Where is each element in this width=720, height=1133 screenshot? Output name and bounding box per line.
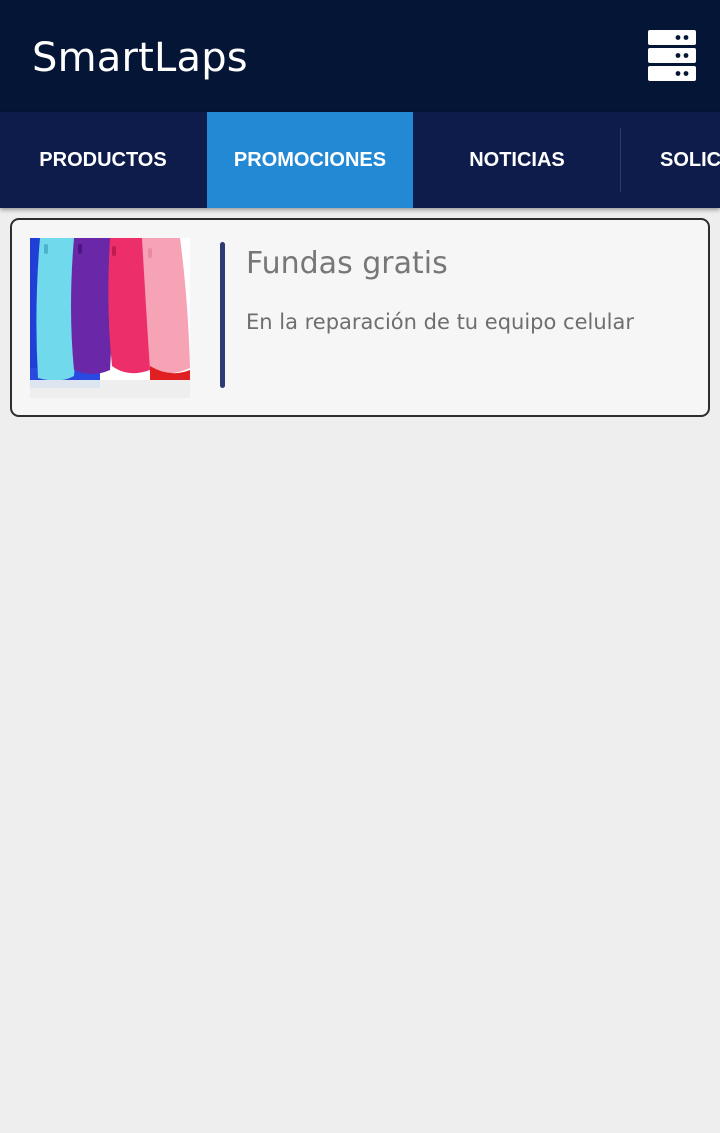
promo-image [30, 238, 190, 398]
tab-solicitudes[interactable]: SOLICI [621, 112, 720, 208]
tab-promociones[interactable]: PROMOCIONES [207, 112, 413, 208]
app-bar: SmartLaps [0, 0, 720, 112]
app-title: SmartLaps [32, 35, 248, 81]
server-menu-icon [648, 30, 696, 81]
menu-button[interactable] [640, 24, 704, 88]
tab-bar: PRODUCTOS PROMOCIONES NOTICIAS SOLICI [0, 112, 720, 208]
tab-productos[interactable]: PRODUCTOS [0, 112, 206, 208]
promo-description: En la reparación de tu equipo celular [246, 310, 634, 334]
promo-title: Fundas gratis [246, 246, 448, 281]
promo-card[interactable]: Fundas gratis En la reparación de tu equ… [10, 218, 710, 417]
tab-noticias[interactable]: NOTICIAS [414, 112, 620, 208]
accent-bar [220, 242, 225, 388]
